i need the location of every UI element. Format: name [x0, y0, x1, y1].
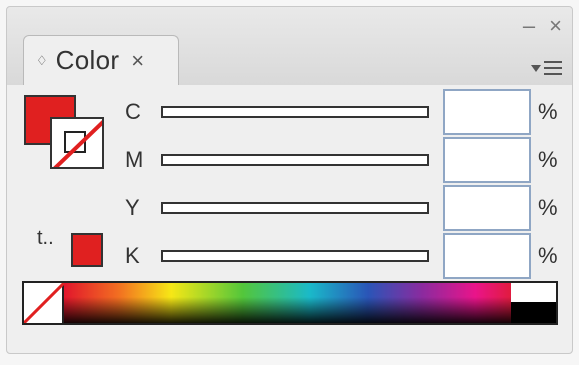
channel-label: M	[125, 147, 144, 172]
updown-arrows-icon[interactable]: ♢	[36, 53, 48, 69]
tab-label: Color	[55, 45, 120, 75]
chevron-down-icon	[530, 64, 541, 72]
spectrum-gradient[interactable]	[64, 283, 511, 323]
channel-label: Y	[125, 195, 140, 220]
minimize-button[interactable]: –	[523, 15, 535, 37]
channel-value-field[interactable]	[443, 137, 531, 183]
channel-slider[interactable]	[161, 106, 429, 118]
window-controls: – ×	[523, 15, 562, 37]
channel-slider[interactable]	[161, 250, 429, 262]
panel-titlebar[interactable]: – × ♢ Color ×	[7, 7, 572, 86]
out-of-gamut-icon[interactable]: t..	[37, 227, 54, 250]
color-spectrum[interactable]	[22, 281, 558, 325]
channel-row-m: M %	[117, 137, 567, 185]
none-slash-icon	[53, 120, 102, 167]
gamut-swatch[interactable]	[71, 233, 103, 267]
channel-label: K	[125, 243, 140, 268]
panel-menu-button[interactable]	[526, 53, 566, 83]
channel-value-field[interactable]	[443, 185, 531, 231]
menu-lines-icon	[543, 61, 562, 75]
channel-slider[interactable]	[161, 202, 429, 214]
channel-value-field[interactable]	[443, 233, 531, 279]
black-swatch[interactable]	[511, 302, 556, 323]
percent-label: %	[538, 195, 558, 220]
stroke-swatch[interactable]	[50, 117, 104, 169]
panel-content: t.. C % M % Y % K %	[7, 85, 572, 353]
percent-label: %	[538, 243, 558, 268]
none-slash-icon	[22, 281, 66, 325]
close-panel-button[interactable]: ×	[549, 15, 562, 37]
percent-label: %	[538, 147, 558, 172]
tab-close-icon[interactable]: ×	[131, 48, 144, 74]
channel-label: C	[125, 99, 141, 124]
percent-label: %	[538, 99, 558, 124]
none-swatch[interactable]	[22, 281, 66, 325]
channel-row-k: K %	[117, 233, 567, 281]
channel-row-c: C %	[117, 89, 567, 137]
tab-color[interactable]: ♢ Color ×	[23, 35, 179, 85]
channel-slider[interactable]	[161, 154, 429, 166]
channel-row-y: Y %	[117, 185, 567, 233]
white-swatch[interactable]	[511, 283, 556, 303]
channel-value-field[interactable]	[443, 89, 531, 135]
color-panel: – × ♢ Color × t.. C % M % Y % K %	[6, 6, 573, 354]
